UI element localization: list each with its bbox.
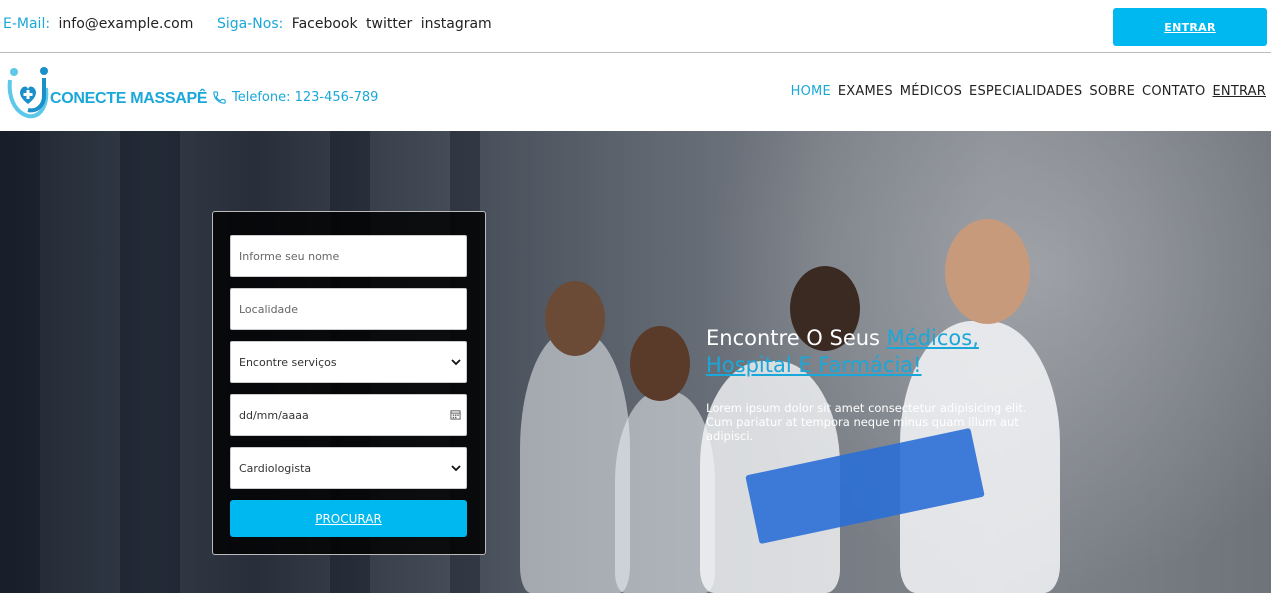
search-submit-button[interactable]: PROCURAR <box>230 500 467 537</box>
nav-medicos[interactable]: MÉDICOS <box>900 84 962 99</box>
email-label: E-Mail: <box>3 16 51 32</box>
date-input[interactable]: dd/mm/aaaa <box>230 394 467 436</box>
doctor-head <box>945 219 1030 324</box>
doctor-figure <box>520 331 630 593</box>
nav-home[interactable]: HOME <box>791 84 831 99</box>
doctor-head <box>545 281 605 356</box>
hero-title-plain: Encontre O Seus <box>706 326 887 350</box>
email-value[interactable]: info@example.com <box>59 16 194 32</box>
calendar-icon[interactable] <box>450 409 461 420</box>
name-input[interactable]: Informe seu nome <box>230 235 467 277</box>
social-links: Siga-Nos: Facebook twitter instagram <box>217 16 492 32</box>
background-pillar <box>120 131 180 593</box>
hero-section: Informe seu nome Localidade Encontre ser… <box>0 131 1271 593</box>
top-bar: E-Mail: info@example.com Siga-Nos: Faceb… <box>0 0 1271 53</box>
nav-entrar[interactable]: ENTRAR <box>1212 84 1266 99</box>
date-input-value: dd/mm/aaaa <box>239 408 309 422</box>
instagram-link[interactable]: instagram <box>421 16 492 32</box>
service-select-value: Encontre serviços <box>239 355 337 369</box>
logo-text: CONECTE MASSAPÊ <box>50 90 208 107</box>
specialty-select[interactable]: Cardiologista <box>230 447 467 489</box>
background-pillar <box>0 131 40 593</box>
main-navbar: CONECTE MASSAPÊ Telefone: 123-456-789 HO… <box>0 54 1271 131</box>
nav-contato[interactable]: CONTATO <box>1142 84 1205 99</box>
service-select[interactable]: Encontre serviços <box>230 341 467 383</box>
enter-button[interactable]: ENTRAR <box>1113 8 1267 46</box>
doctor-head <box>630 326 690 401</box>
twitter-link[interactable]: twitter <box>366 16 412 32</box>
location-input[interactable]: Localidade <box>230 288 467 330</box>
specialty-select-value: Cardiologista <box>239 461 312 475</box>
phone-icon <box>213 91 226 104</box>
nav-especialidades[interactable]: ESPECIALIDADES <box>969 84 1082 99</box>
hero-description: Lorem ipsum dolor sit amet consectetur a… <box>706 401 1027 443</box>
chevron-down-icon <box>451 465 461 472</box>
nav-exames[interactable]: EXAMES <box>838 84 893 99</box>
phone-contact: Telefone: 123-456-789 <box>212 90 378 105</box>
main-menu: HOME EXAMES MÉDICOS ESPECIALIDADES SOBRE… <box>784 84 1266 99</box>
hero-title: Encontre O Seus Médicos, Hospital E Farm… <box>706 325 1026 379</box>
chevron-down-icon <box>451 359 461 366</box>
nav-sobre[interactable]: SOBRE <box>1089 84 1135 99</box>
search-form: Informe seu nome Localidade Encontre ser… <box>212 211 486 555</box>
facebook-link[interactable]: Facebook <box>292 16 358 32</box>
logo[interactable]: CONECTE MASSAPÊ <box>6 66 208 122</box>
email-contact: E-Mail: info@example.com <box>3 16 193 32</box>
social-label: Siga-Nos: <box>217 16 284 32</box>
phone-text: Telefone: 123-456-789 <box>232 90 379 105</box>
logo-icon <box>7 67 49 119</box>
